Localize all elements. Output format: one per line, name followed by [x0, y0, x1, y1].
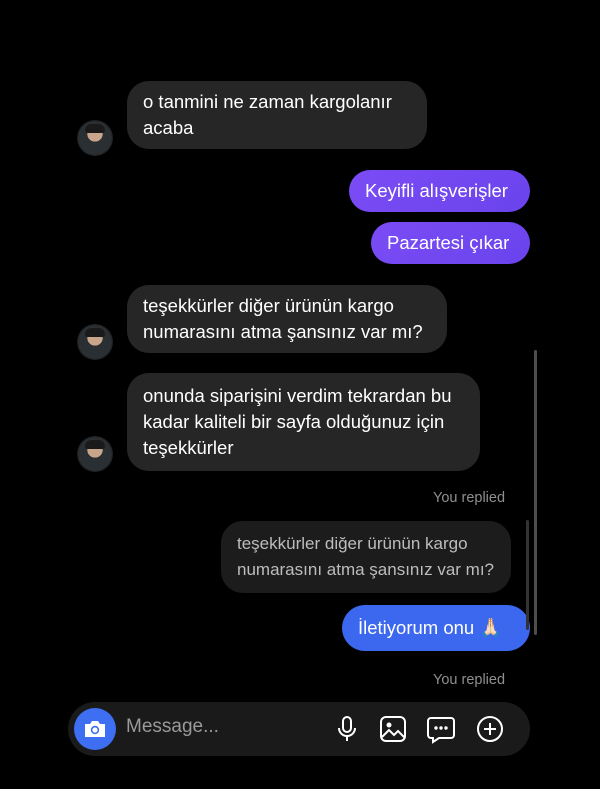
scrollbar[interactable]	[526, 520, 529, 630]
message-text: teşekkürler diğer ürünün kargo numarasın…	[143, 295, 423, 342]
scrollbar[interactable]	[534, 350, 537, 635]
quoted-text: teşekkürler diğer ürünün kargo numarasın…	[237, 534, 494, 579]
message-incoming[interactable]: onunda siparişini verdim tekrardan bu ka…	[127, 373, 480, 471]
message-text: onunda siparişini verdim tekrardan bu ka…	[143, 385, 452, 458]
message-text: Pazartesi çıkar	[387, 232, 510, 253]
message-text: o tanmini ne zaman kargolanır acaba	[143, 91, 392, 138]
contact-avatar[interactable]	[78, 121, 112, 155]
contact-avatar[interactable]	[78, 325, 112, 359]
replied-label: You replied	[433, 672, 506, 688]
camera-icon	[85, 721, 105, 737]
microphone-icon[interactable]	[332, 714, 362, 744]
message-text: Keyifli alışverişler	[365, 180, 508, 201]
add-icon[interactable]	[475, 714, 505, 744]
replied-label: You replied	[433, 490, 506, 506]
contact-avatar[interactable]	[78, 437, 112, 471]
message-outgoing[interactable]: Keyifli alışverişler	[349, 170, 530, 212]
message-text: İletiyorum onu 🙏🏻	[358, 617, 503, 638]
gallery-icon[interactable]	[378, 714, 408, 744]
message-outgoing[interactable]: Pazartesi çıkar	[371, 222, 530, 264]
message-incoming[interactable]: o tanmini ne zaman kargolanır acaba	[127, 81, 427, 149]
quoted-message[interactable]: teşekkürler diğer ürünün kargo numarasın…	[221, 521, 511, 593]
message-incoming[interactable]: teşekkürler diğer ürünün kargo numarasın…	[127, 285, 447, 353]
sticker-chat-icon[interactable]	[426, 714, 456, 744]
camera-button[interactable]	[74, 708, 116, 750]
message-composer: Message...	[68, 702, 530, 756]
message-outgoing-reply[interactable]: İletiyorum onu 🙏🏻	[342, 605, 530, 651]
message-input[interactable]: Message...	[126, 716, 219, 738]
